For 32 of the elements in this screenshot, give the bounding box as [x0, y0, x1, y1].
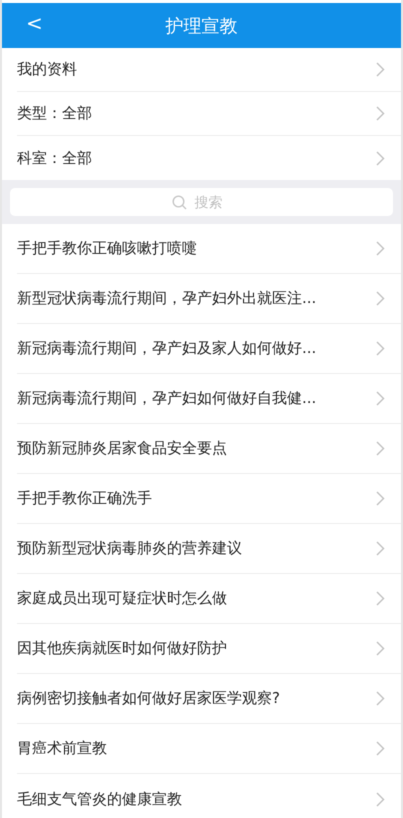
- chevron-icon: [376, 341, 385, 356]
- article-item[interactable]: 毛细支气管炎的健康宣教: [17, 774, 401, 818]
- chevron-icon: [376, 641, 385, 656]
- chevron-icon: [376, 491, 385, 506]
- chevron-icon: [376, 441, 385, 456]
- article-item[interactable]: 家庭成员出现可疑症状时怎么做: [17, 574, 401, 624]
- article-item[interactable]: 病例密切接触者如何做好居家医学观察?: [17, 674, 401, 724]
- chevron-icon: [376, 291, 385, 306]
- chevron-icon: [376, 691, 385, 706]
- article-item[interactable]: 新冠病毒流行期间，孕产妇如何做好自我健...: [17, 374, 401, 424]
- chevron-icon: [376, 150, 385, 166]
- chevron-icon: [376, 792, 385, 806]
- chevron-icon: [376, 541, 385, 556]
- article-item[interactable]: 手把手教你正确咳嗽打喷嚏: [17, 224, 401, 274]
- filter-item[interactable]: 我的资料: [17, 48, 401, 92]
- chevron-icon: [376, 391, 385, 406]
- chevron-icon: [376, 741, 385, 756]
- article-item[interactable]: 手把手教你正确洗手: [17, 474, 401, 524]
- chevron-icon: [376, 62, 385, 77]
- filter-item[interactable]: 科室：全部: [17, 136, 401, 180]
- article-item[interactable]: 因其他疾病就医时如何做好防护: [17, 624, 401, 674]
- article-item[interactable]: 预防新冠肺炎居家食品安全要点: [17, 424, 401, 474]
- chevron-icon: [376, 241, 385, 256]
- article-item[interactable]: 胃癌术前宣教: [17, 724, 401, 774]
- chevron-icon: [376, 106, 385, 121]
- chevron-icon: [376, 591, 385, 606]
- article-item[interactable]: 预防新型冠状病毒肺炎的营养建议: [17, 524, 401, 574]
- search-field[interactable]: 搜索: [10, 188, 393, 216]
- filter-item[interactable]: 类型：全部: [17, 92, 401, 136]
- article-item[interactable]: 新型冠状病毒流行期间，孕产妇外出就医注...: [17, 274, 401, 324]
- page-title: 护理宣教: [166, 14, 238, 38]
- article-item[interactable]: 新冠病毒流行期间，孕产妇及家人如何做好...: [17, 324, 401, 374]
